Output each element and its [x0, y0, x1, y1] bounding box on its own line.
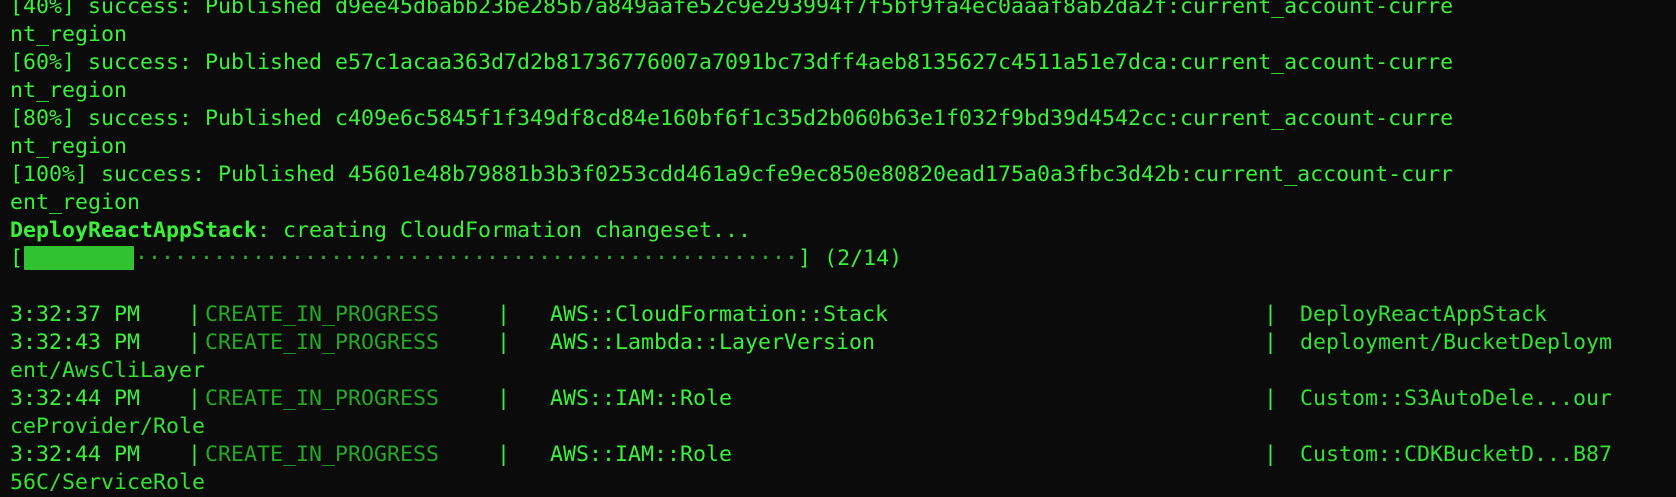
- column-separator: |: [1264, 302, 1278, 327]
- event-time: 3:32:44 PM: [10, 442, 141, 467]
- event-status: CREATE_IN_PROGRESS: [205, 442, 440, 467]
- publish-text: success: Published c409e6c5845f1f349df8c…: [75, 106, 1454, 131]
- publish-line-wrap: nt_region: [10, 78, 128, 103]
- event-logical-id-wrap: ceProvider/Role: [10, 414, 206, 439]
- stack-name: DeployReactAppStack: [10, 218, 258, 243]
- publish-text: success: Published 45601e48b79881b3b3f02…: [88, 162, 1454, 187]
- event-row: 3:32:44 PM | CREATE_IN_PROGRESS | AWS::IAM::…: [10, 385, 1670, 413]
- publish-line-wrap: nt_region: [10, 22, 128, 47]
- event-status: CREATE_IN_PROGRESS: [205, 302, 440, 327]
- event-time: 3:32:44 PM: [10, 386, 141, 411]
- event-time: 3:32:37 PM: [10, 302, 141, 327]
- event-resource-type: AWS::IAM::Role: [550, 442, 733, 467]
- event-resource-type: AWS::Lambda::LayerVersion: [550, 330, 876, 355]
- column-separator: |: [497, 330, 511, 355]
- event-status: CREATE_IN_PROGRESS: [205, 386, 440, 411]
- event-logical-id-wrap: 56C/ServiceRole: [10, 470, 206, 495]
- publish-line-wrap: ent_region: [10, 190, 141, 215]
- progress-close-bracket: ]: [798, 246, 812, 271]
- event-row: 3:32:37 PM | CREATE_IN_PROGRESS | AWS::Cloud…: [10, 301, 1670, 329]
- publish-percent: [60%]: [10, 50, 76, 75]
- publish-text: success: Published d9ee45dbabb23be285b7a…: [75, 0, 1454, 19]
- progress-count: (2/14): [811, 246, 903, 271]
- column-separator: |: [188, 442, 202, 467]
- column-separator: |: [1264, 330, 1278, 355]
- progress-line: [ ·······································…: [10, 245, 1670, 273]
- publish-percent: [100%]: [10, 162, 89, 187]
- publish-percent: [80%]: [10, 106, 76, 131]
- event-logical-id: Custom::CDKBucketD...B87: [1300, 442, 1613, 467]
- column-separator: |: [1264, 442, 1278, 467]
- event-logical-id: deployment/BucketDeploym: [1300, 330, 1613, 355]
- event-resource-type: AWS::IAM::Role: [550, 386, 733, 411]
- event-row: 3:32:43 PM | CREATE_IN_PROGRESS | AWS::Lambd…: [10, 329, 1670, 357]
- changeset-line: DeployReactAppStack: creating CloudForma…: [10, 217, 1670, 245]
- event-time: 3:32:43 PM: [10, 330, 141, 355]
- event-logical-id-wrap: ent/AwsCliLayer: [10, 358, 206, 383]
- column-separator: |: [188, 302, 202, 327]
- publish-text: success: Published e57c1acaa363d7d2b8173…: [75, 50, 1454, 75]
- event-status: CREATE_IN_PROGRESS: [205, 330, 440, 355]
- publish-line: [40%] success: Published d9ee45dbabb23be…: [10, 0, 1670, 21]
- changeset-message: : creating CloudFormation changeset...: [257, 218, 752, 243]
- column-separator: |: [497, 386, 511, 411]
- event-logical-id: DeployReactAppStack: [1300, 302, 1548, 327]
- progress-open-bracket: [: [10, 246, 24, 271]
- column-separator: |: [497, 302, 511, 327]
- event-log: 3:32:37 PM | CREATE_IN_PROGRESS | AWS::Cloud…: [10, 301, 1670, 497]
- column-separator: |: [1264, 386, 1278, 411]
- publish-line: [80%] success: Published c409e6c5845f1f3…: [10, 105, 1670, 133]
- terminal-output: [40%] success: Published d9ee45dbabb23be…: [10, 0, 1670, 497]
- publish-line: [60%] success: Published e57c1acaa363d7d…: [10, 49, 1670, 77]
- event-row: 3:32:44 PM | CREATE_IN_PROGRESS | AWS::IAM::…: [10, 441, 1670, 469]
- progress-dots: ········································…: [135, 246, 799, 271]
- column-separator: |: [188, 386, 202, 411]
- event-logical-id: Custom::S3AutoDele...our: [1300, 386, 1613, 411]
- publish-log: [40%] success: Published d9ee45dbabb23be…: [10, 0, 1670, 217]
- progress-bar-fill: [24, 246, 135, 270]
- publish-percent: [40%]: [10, 0, 76, 19]
- event-resource-type: AWS::CloudFormation::Stack: [550, 302, 889, 327]
- publish-line-wrap: nt_region: [10, 134, 128, 159]
- publish-line: [100%] success: Published 45601e48b79881…: [10, 161, 1670, 189]
- column-separator: |: [497, 442, 511, 467]
- column-separator: |: [188, 330, 202, 355]
